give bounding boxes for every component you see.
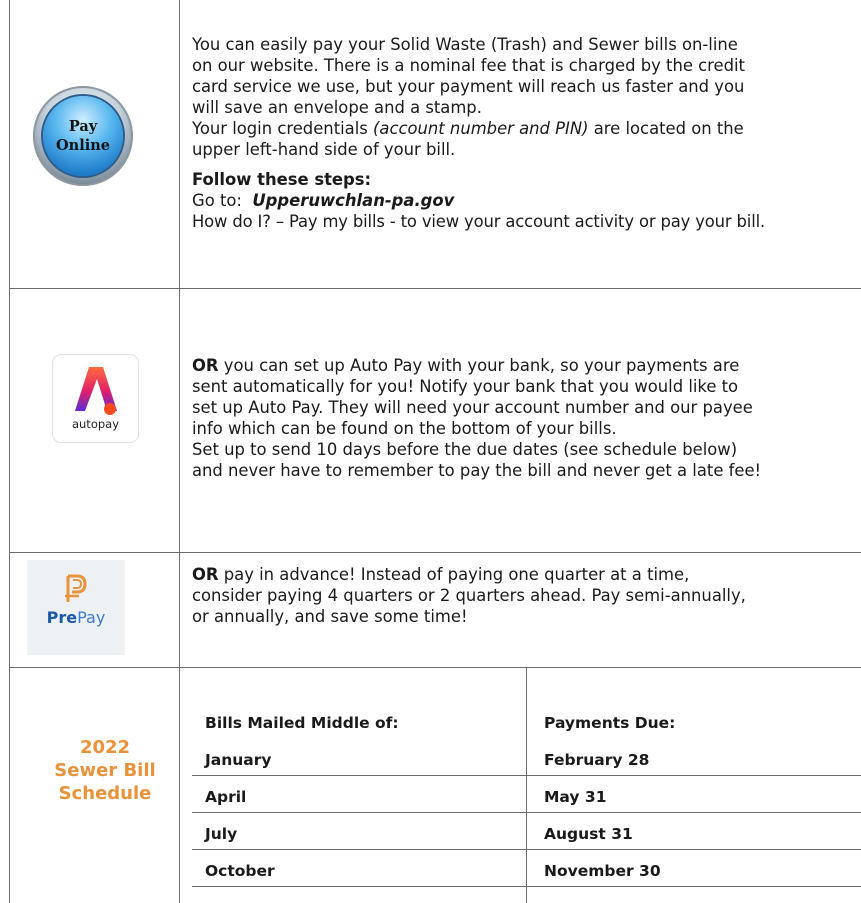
website-link[interactable]: Upperuwchlan-pa.gov <box>252 191 454 210</box>
autopay-or: OR <box>192 356 219 375</box>
autopay-line-1-rest: you can set up Auto Pay with your bank, … <box>218 356 740 375</box>
prepay-line-2: consider paying 4 quarters or 2 quarters… <box>192 586 746 605</box>
pay-online-label-2: Online <box>56 137 110 154</box>
schedule-title: 2022 Sewer Bill Schedule <box>30 736 180 805</box>
schedule-column-divider <box>526 667 527 903</box>
credentials-text: Your login credentials <box>192 119 374 138</box>
prepay-label-pay: Pay <box>77 608 106 627</box>
row-divider-2 <box>9 552 861 553</box>
row-3-mailed: July <box>205 825 238 843</box>
pay-online-line-1: You can easily pay your Solid Waste (Tra… <box>192 35 738 54</box>
credentials-line-2: upper left-hand side of your bill. <box>192 140 456 159</box>
prepay-line-3: or annually, and save some time! <box>192 607 468 626</box>
row-2-due: May 31 <box>544 788 607 806</box>
prepay-icon: PrePay <box>27 560 125 655</box>
autopay-label: autopay <box>71 417 120 431</box>
row-1-due: February 28 <box>544 751 650 769</box>
pay-online-label-1: Pay <box>68 118 98 135</box>
row-4-due: November 30 <box>544 862 661 880</box>
autopay-line-3: set up Auto Pay. They will need your acc… <box>192 398 753 417</box>
prepay-label: PrePay <box>27 608 125 627</box>
prepay-text: OR pay in advance! Instead of paying one… <box>192 564 858 627</box>
autopay-line-6: and never have to remember to pay the bi… <box>192 461 762 480</box>
row-4-mailed: October <box>205 862 275 880</box>
pay-online-text: You can easily pay your Solid Waste (Tra… <box>192 34 858 232</box>
autopay-line-1: OR you can set up Auto Pay with your ban… <box>192 355 858 376</box>
autopay-line-5: Set up to send 10 days before the due da… <box>192 440 738 459</box>
left-border <box>9 0 10 903</box>
autopay-line-4: info which can be found on the bottom of… <box>192 419 617 438</box>
prepay-line-1-rest: pay in advance! Instead of paying one qu… <box>218 565 690 584</box>
prepay-line-1: OR pay in advance! Instead of paying one… <box>192 564 858 585</box>
schedule-title-line-2: Sewer Bill <box>54 760 156 781</box>
prepay-p-icon <box>65 574 87 602</box>
row-divider-1 <box>9 288 861 289</box>
autopay-icon: autopay <box>52 354 139 443</box>
go-to-label: Go to: <box>192 191 242 210</box>
autopay-a-icon <box>75 367 117 415</box>
schedule-row-line-2 <box>192 812 861 813</box>
schedule-row-line-1 <box>192 775 861 776</box>
autopay-text: OR you can set up Auto Pay with your ban… <box>192 355 858 481</box>
pay-online-icon: Pay Online <box>33 86 133 186</box>
schedule-row-line-4 <box>192 886 861 887</box>
how-do-i-line: How do I? – Pay my bills - to view your … <box>192 212 766 231</box>
row-2-mailed: April <box>205 788 247 806</box>
steps-heading: Follow these steps: <box>192 170 372 189</box>
schedule-title-line-3: Schedule <box>58 783 152 804</box>
pay-online-line-2: on our website. There is a nominal fee t… <box>192 56 745 75</box>
schedule-row-line-3 <box>192 849 861 850</box>
header-payments-due: Payments Due: <box>544 714 676 732</box>
credentials-line-1: Your login credentials (account number a… <box>192 118 858 139</box>
schedule-year: 2022 <box>79 737 131 758</box>
pay-online-line-4: will save an envelope and a stamp. <box>192 98 482 117</box>
prepay-or: OR <box>192 565 219 584</box>
row-3-due: August 31 <box>544 825 633 843</box>
go-to-line: Go to: Upperuwchlan-pa.gov <box>192 190 858 211</box>
autopay-line-2: sent automatically for you! Notify your … <box>192 377 739 396</box>
row-1-mailed: January <box>205 751 272 769</box>
credentials-italic: (account number and PIN) <box>373 119 589 138</box>
row-divider-3 <box>9 667 861 668</box>
credentials-after: are located on the <box>588 119 744 138</box>
header-bills-mailed: Bills Mailed Middle of: <box>205 714 399 732</box>
pay-online-line-3: card service we use, but your payment wi… <box>192 77 745 96</box>
prepay-label-pre: Pre <box>46 608 78 627</box>
